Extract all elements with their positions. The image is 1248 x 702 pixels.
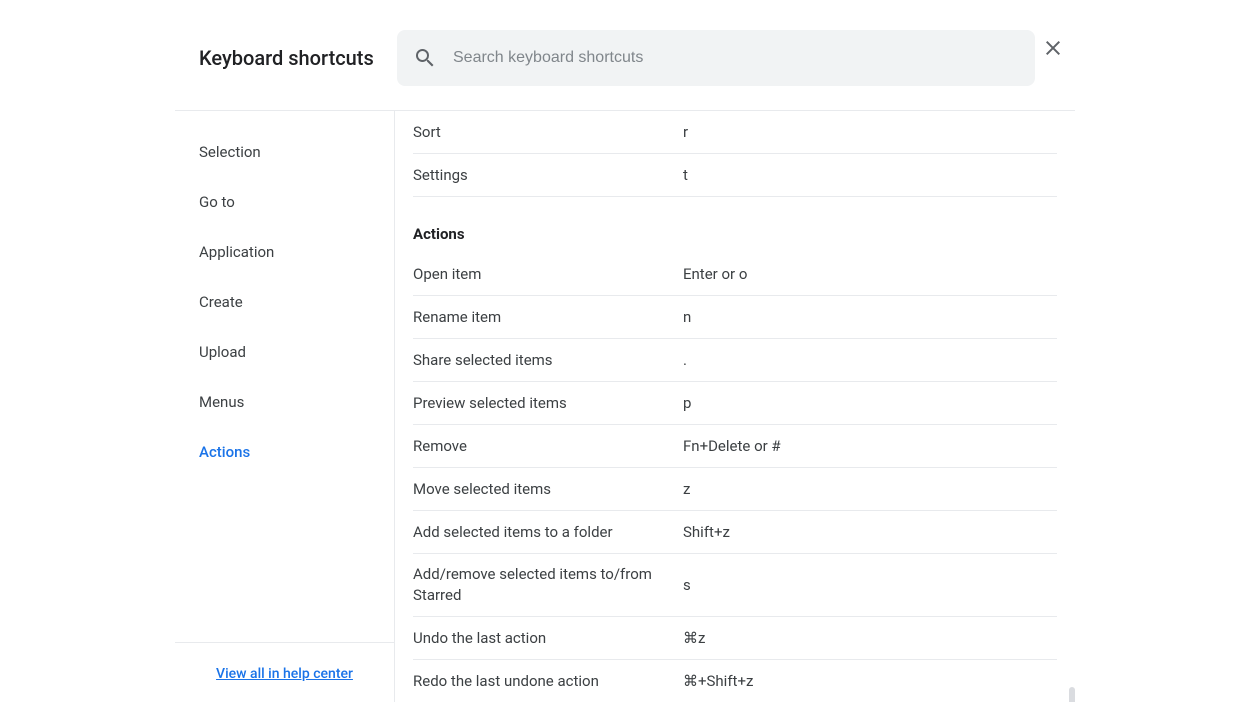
shortcut-keys: n	[683, 308, 691, 326]
search-icon	[413, 46, 437, 70]
shortcut-action: Settings	[413, 165, 683, 186]
shortcut-action: Remove	[413, 436, 683, 457]
shortcut-keys: p	[683, 394, 691, 412]
shortcut-row: Rename item n	[413, 296, 1057, 339]
sidebar-item-upload[interactable]: Upload	[175, 327, 394, 377]
keyboard-shortcuts-dialog: Keyboard shortcuts Selection Go to Appli…	[175, 0, 1075, 702]
shortcut-row: Undo the last action ⌘z	[413, 617, 1057, 660]
help-center-link[interactable]: View all in help center	[216, 666, 353, 682]
shortcut-action: Add selected items to a folder	[413, 522, 683, 543]
sidebar-item-actions[interactable]: Actions	[175, 427, 394, 477]
scrollbar[interactable]	[1069, 687, 1075, 702]
shortcut-keys: .	[683, 351, 687, 369]
sidebar-footer: View all in help center	[175, 642, 394, 702]
shortcut-keys: ⌘z	[683, 629, 705, 647]
sidebar-item-goto[interactable]: Go to	[175, 177, 394, 227]
nav-list: Selection Go to Application Create Uploa…	[175, 127, 394, 642]
shortcut-row: Preview selected items p	[413, 382, 1057, 425]
shortcut-keys: ⌘+Shift+z	[683, 672, 753, 690]
shortcut-row: Move selected items z	[413, 468, 1057, 511]
shortcut-row: Remove Fn+Delete or #	[413, 425, 1057, 468]
dialog-header: Keyboard shortcuts	[175, 0, 1075, 111]
section-title-actions: Actions	[413, 197, 1057, 253]
shortcut-action: Undo the last action	[413, 628, 683, 649]
dialog-body: Selection Go to Application Create Uploa…	[175, 111, 1075, 702]
shortcut-row: Share selected items .	[413, 339, 1057, 382]
shortcut-action: Move selected items	[413, 479, 683, 500]
shortcut-action: Preview selected items	[413, 393, 683, 414]
search-input[interactable]	[453, 49, 1019, 67]
shortcut-action: Add/remove selected items to/from Starre…	[413, 564, 683, 606]
scrollbar-thumb[interactable]	[1069, 687, 1075, 702]
shortcut-row: Settings t	[413, 154, 1057, 197]
shortcut-keys: Shift+z	[683, 523, 730, 541]
search-container[interactable]	[397, 30, 1035, 86]
shortcut-row: Open item Enter or o	[413, 253, 1057, 296]
shortcut-keys: s	[683, 576, 691, 594]
shortcut-action: Sort	[413, 122, 683, 143]
shortcut-row: Redo the last undone action ⌘+Shift+z	[413, 660, 1057, 702]
shortcut-row: Add/remove selected items to/from Starre…	[413, 554, 1057, 617]
shortcut-action: Redo the last undone action	[413, 671, 683, 692]
dialog-title: Keyboard shortcuts	[199, 46, 397, 70]
shortcut-keys: r	[683, 123, 688, 141]
sidebar-item-selection[interactable]: Selection	[175, 127, 394, 177]
shortcut-row: Sort r	[413, 111, 1057, 154]
sidebar-item-application[interactable]: Application	[175, 227, 394, 277]
shortcut-keys: z	[683, 480, 690, 498]
shortcut-keys: t	[683, 166, 688, 184]
shortcut-action: Rename item	[413, 307, 683, 328]
shortcut-keys: Fn+Delete or #	[683, 437, 781, 455]
close-icon	[1041, 36, 1065, 60]
shortcut-action: Share selected items	[413, 350, 683, 371]
sidebar: Selection Go to Application Create Uploa…	[175, 111, 395, 702]
sidebar-item-create[interactable]: Create	[175, 277, 394, 327]
sidebar-item-menus[interactable]: Menus	[175, 377, 394, 427]
shortcut-action: Open item	[413, 264, 683, 285]
shortcut-row: Add selected items to a folder Shift+z	[413, 511, 1057, 554]
shortcut-keys: Enter or o	[683, 265, 747, 283]
shortcuts-content[interactable]: Sort r Settings t Actions Open item Ente…	[395, 111, 1075, 702]
close-button[interactable]	[1033, 28, 1073, 68]
